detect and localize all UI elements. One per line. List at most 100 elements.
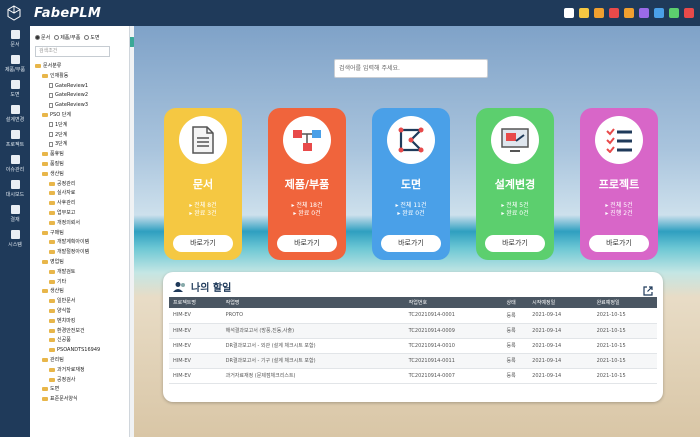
tree-node[interactable]: 3단계 [49, 140, 67, 148]
file-icon [49, 92, 53, 98]
tree-search-input[interactable]: 검색조건 [35, 46, 110, 57]
folder-icon [49, 338, 55, 343]
power-icon[interactable] [684, 8, 694, 18]
tree-node[interactable]: PSOANDTS16949 [49, 346, 100, 354]
table-column-header: 완료예정일 [592, 297, 657, 308]
card-stats: ▸ 전체 18건 ▸ 완료 0건 [268, 202, 346, 218]
tree-node[interactable]: 1단계 [49, 121, 67, 129]
export-icon[interactable] [669, 8, 679, 18]
rail-item-6[interactable]: 대시보드 [0, 176, 30, 201]
app-brand: FabePLM [34, 5, 102, 21]
user-icon[interactable] [654, 8, 664, 18]
card-goto-button[interactable]: 바로가기 [381, 235, 441, 252]
tree-node-label: 구매팀 [50, 229, 64, 236]
module-card-3: 설계변경 ▸ 전체 5건 ▸ 완료 0건바로가기 [476, 108, 554, 260]
tree-node[interactable]: 과거자료재정 [49, 366, 85, 374]
tree-node[interactable]: 생산팀 [42, 287, 64, 295]
tree-node[interactable]: 영업팀 [42, 258, 64, 266]
folder-icon[interactable] [624, 8, 634, 18]
rail-item-2[interactable]: 도면 [0, 76, 30, 101]
table-row[interactable]: HIM-EV DR결과보고서 - 외관 (설계 체크시트 포함) TC2021091… [169, 338, 657, 354]
tree-node[interactable]: 인재활동 [42, 72, 68, 80]
rail-item-3[interactable]: 설계변경 [0, 101, 30, 126]
tree-node[interactable]: 구매팀 [42, 229, 64, 237]
tree-node[interactable]: 품휴팀 [42, 150, 64, 158]
tree-node[interactable]: 신공품 [49, 336, 71, 344]
tree-node[interactable]: 개정의뢰서 [49, 219, 80, 227]
tree-node[interactable]: GateReview3 [49, 101, 88, 109]
globe-icon[interactable] [609, 8, 619, 18]
tree-node[interactable]: 양식함 [49, 307, 71, 315]
rail-item-0[interactable]: 문서 [0, 26, 30, 51]
tree-node-label: 관리팀 [50, 357, 64, 363]
tree-node[interactable]: GateReview2 [49, 91, 88, 99]
table-cell: TC20210914-0007 [404, 368, 503, 384]
tree-node[interactable]: 도면 [42, 385, 59, 393]
table-cell: 2021-10-15 [592, 338, 657, 354]
table-column-header: 작업번호 [404, 297, 503, 308]
radio-button[interactable] [84, 35, 90, 40]
top-bar: FabePLM [0, 0, 700, 26]
radio-option-2[interactable]: 도면 [84, 34, 100, 41]
tree-node[interactable]: 업무보고 [49, 209, 75, 217]
card-title: 설계변경 [494, 178, 536, 191]
main-dashboard: 검색어를 입력해 주세요. 문서 ▸ 전체 8건 ▸ 완료 3건 바로가기 제품/부품 ▸… [134, 26, 700, 437]
tree-node[interactable]: 개발절정아이템 [49, 248, 89, 256]
rail-item-1[interactable]: 제품/부품 [0, 51, 30, 76]
tree-node[interactable]: 품질팀 [42, 160, 64, 168]
radio-button[interactable] [54, 35, 60, 40]
tree-node[interactable]: 2단계 [49, 131, 67, 139]
tree-node[interactable]: 일반문서 [49, 297, 75, 305]
todo-user-icon [173, 281, 185, 292]
user-switch-icon[interactable] [564, 8, 574, 18]
rail-item-4[interactable]: 프로젝트 [0, 126, 30, 151]
table-row[interactable]: HIM-EV 과거자료재정 (문제점체크리스트) TC20210914-0007 등록… [169, 368, 657, 384]
tree-node[interactable]: 기타 [49, 278, 66, 286]
table-row[interactable]: HIM-EV DR결과보고서 - 기구 (설계 체크시트 포함) TC2021091… [169, 353, 657, 369]
tree-node-label: GateReview2 [55, 92, 88, 99]
rail-item-label: 이슈관리 [5, 166, 25, 173]
table-row[interactable]: HIM-EV PROTO TC20210914-0001 등록 2021-09-14 20… [169, 308, 657, 324]
folder-icon [42, 162, 48, 166]
rail-item-5[interactable]: 이슈관리 [0, 151, 30, 176]
card-goto-button[interactable]: 바로가기 [485, 235, 545, 252]
table-cell: 해석결과보고서 (방풍,진동,사출) [221, 323, 405, 339]
tree-node[interactable]: 환경안전보건 [49, 327, 85, 335]
tree-node-label: PSO 단계 [50, 112, 71, 118]
trash-icon[interactable] [594, 8, 604, 18]
tree-node[interactable]: 벤치마킹 [49, 317, 75, 325]
grid-icon[interactable] [639, 8, 649, 18]
card-title: 문서 [192, 178, 214, 191]
tree-node[interactable]: PSO 단계 [42, 111, 71, 119]
tree-node[interactable]: 실사자료 [49, 189, 75, 197]
module-card-1: 제품/부품 ▸ 전체 18건 ▸ 완료 0건 바로가기 [268, 108, 346, 260]
tree-node[interactable]: GateReview1 [49, 82, 88, 90]
tree-node[interactable]: 개발검토 [49, 268, 75, 276]
tree-node[interactable]: 문서분류 [35, 62, 61, 70]
tree-node-label: 3단계 [55, 141, 68, 148]
tree-node[interactable]: 관리팀 [42, 356, 64, 364]
approval-icon [10, 204, 20, 214]
card-goto-button[interactable]: 바로가기 [589, 235, 649, 252]
radio-option-1[interactable]: 제품/부품 [54, 34, 80, 41]
tree-node[interactable]: 공정관리 [49, 180, 75, 188]
card-stats: ▸ 전체 5건 ▸ 완료 0건 [476, 202, 554, 218]
table-row[interactable]: HIM-EV 해석결과보고서 (방풍,진동,사출) TC20210914-0009 등… [169, 323, 657, 339]
card-goto-button[interactable]: 바로가기 [277, 235, 337, 252]
tree-node[interactable]: 공정검사 [49, 376, 75, 384]
rail-item-label: 프로젝트 [5, 141, 25, 148]
bell-icon[interactable] [579, 8, 589, 18]
global-search-input[interactable]: 검색어를 입력해 주세요. [334, 59, 488, 78]
logo-cube-icon[interactable] [0, 0, 28, 26]
tree-node[interactable]: 생산팀 [42, 170, 64, 178]
tree-node[interactable]: 개발계획아이템 [49, 238, 89, 246]
tree-node[interactable]: 사후관리 [49, 199, 75, 207]
rail-item-7[interactable]: 결재 [0, 201, 30, 226]
card-goto-button[interactable]: 바로가기 [173, 235, 233, 252]
tree-type-radios: 문서 제품/부품 도면 [35, 34, 100, 41]
rail-item-8[interactable]: 시스템 [0, 226, 30, 251]
table-cell: HIM-EV [169, 323, 222, 339]
tree-node[interactable]: 표준문서양식 [42, 395, 78, 403]
radio-button[interactable] [35, 35, 40, 40]
radio-option-0[interactable]: 문서 [35, 34, 50, 41]
